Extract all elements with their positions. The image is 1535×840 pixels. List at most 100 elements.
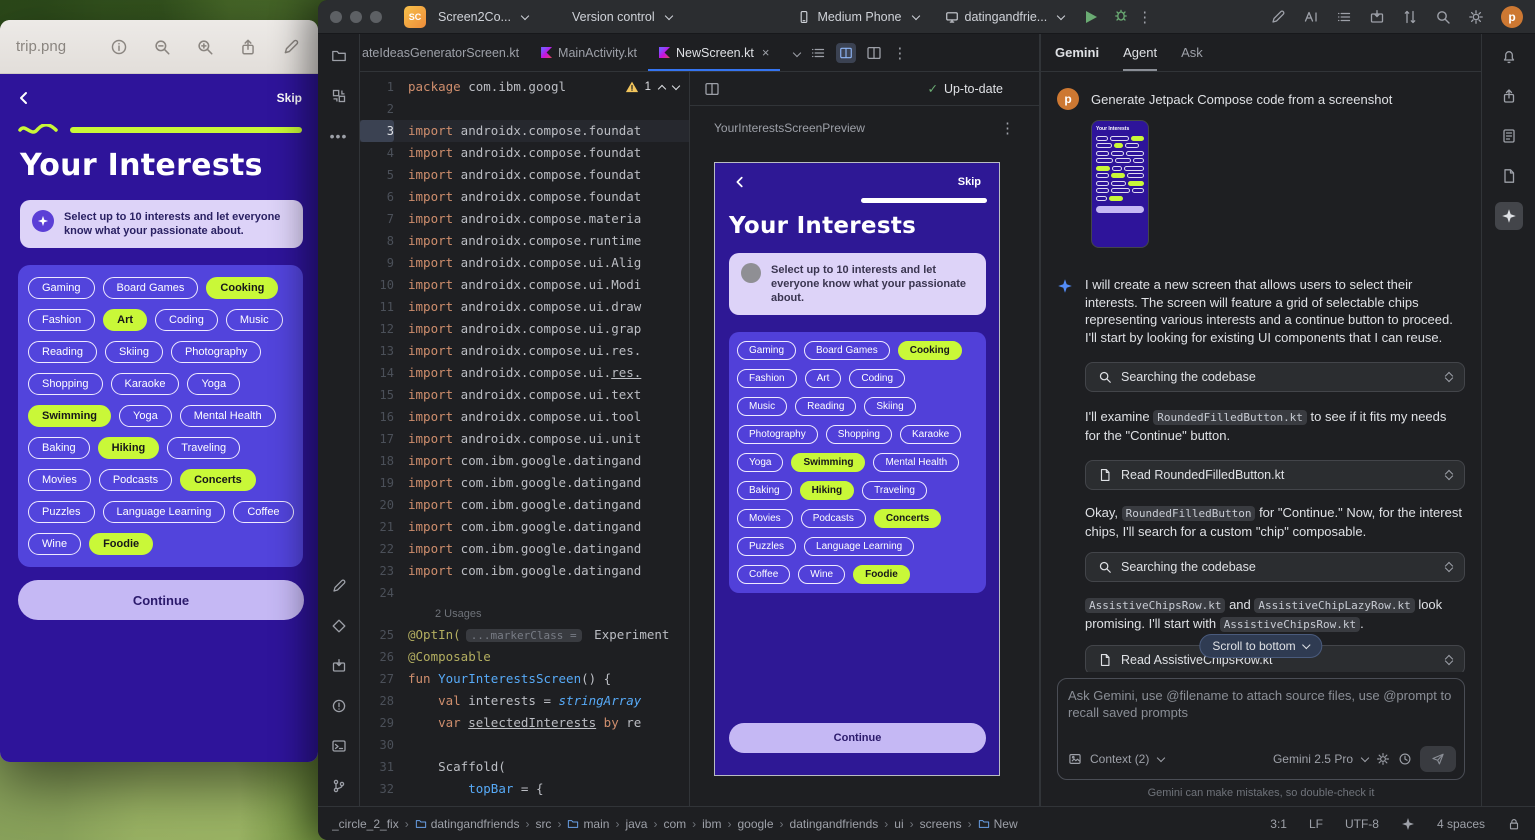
interest-chip-mental-health[interactable]: Mental Health <box>873 453 959 472</box>
project-tool-icon[interactable] <box>325 42 353 70</box>
zoom-out-icon[interactable] <box>153 38 171 56</box>
expand-icon[interactable] <box>1446 563 1452 571</box>
model-selector[interactable]: Gemini 2.5 Pro <box>1273 752 1368 766</box>
share-icon[interactable] <box>239 38 257 56</box>
usages-inlay-hint[interactable]: 2 Usages <box>360 604 689 624</box>
tool-call-read-file[interactable]: Read RoundedFilledButton.kt <box>1085 460 1465 490</box>
interest-chip-fashion[interactable]: Fashion <box>737 369 797 388</box>
interest-chip-language-learning[interactable]: Language Learning <box>103 501 226 523</box>
interest-chip-yoga[interactable]: Yoga <box>119 405 172 427</box>
interest-chip-puzzles[interactable]: Puzzles <box>28 501 95 523</box>
ai-status-icon[interactable] <box>1401 817 1415 831</box>
interest-chip-coffee[interactable]: Coffee <box>737 565 790 584</box>
interest-chip-concerts[interactable]: Concerts <box>874 509 941 528</box>
indent-setting[interactable]: 4 spaces <box>1437 817 1485 831</box>
publish-icon[interactable] <box>1495 82 1523 110</box>
search-icon[interactable] <box>1435 9 1451 25</box>
interest-chip-fashion[interactable]: Fashion <box>28 309 95 331</box>
interest-chip-hiking[interactable]: Hiking <box>98 437 160 459</box>
skip-button[interactable]: Skip <box>277 91 302 105</box>
tab-dateideasgeneratorscreen[interactable]: ateIdeasGeneratorScreen.kt <box>360 34 530 71</box>
lock-icon[interactable] <box>1507 817 1521 831</box>
expand-icon[interactable] <box>1446 471 1452 479</box>
markup-pen-icon[interactable] <box>282 38 300 56</box>
commit-icon[interactable] <box>325 572 353 600</box>
interest-chip-foodie[interactable]: Foodie <box>89 533 153 555</box>
inspection-widget[interactable]: 1 <box>621 79 683 95</box>
documentation-icon[interactable] <box>1495 122 1523 150</box>
notifications-icon[interactable] <box>1495 42 1523 70</box>
device-file-explorer-icon[interactable] <box>1495 162 1523 190</box>
run-button[interactable] <box>1086 11 1097 23</box>
interest-chip-wine[interactable]: Wine <box>28 533 81 555</box>
screenshot-thumbnail[interactable]: Your Interests <box>1091 120 1149 248</box>
interest-chip-baking[interactable]: Baking <box>737 481 792 500</box>
info-icon[interactable] <box>110 38 128 56</box>
translations-icon[interactable] <box>1303 9 1319 25</box>
file-encoding[interactable]: UTF-8 <box>1345 817 1379 831</box>
interest-chip-cooking[interactable]: Cooking <box>898 341 962 360</box>
preview-mode-icon[interactable] <box>866 45 882 61</box>
gemini-tool-icon[interactable] <box>1495 202 1523 230</box>
interest-chip-mental-health[interactable]: Mental Health <box>180 405 276 427</box>
gemini-input-box[interactable]: Context (2) Gemini 2.5 Pro <box>1057 678 1465 780</box>
interest-chip-language-learning[interactable]: Language Learning <box>804 537 914 556</box>
breadcrumb-item[interactable]: screens <box>920 817 962 831</box>
interest-chip-traveling[interactable]: Traveling <box>862 481 927 500</box>
editor-list-icon[interactable] <box>810 45 826 61</box>
context-selector[interactable]: Context (2) <box>1090 752 1164 766</box>
interest-chip-gaming[interactable]: Gaming <box>28 277 95 299</box>
resource-manager-icon[interactable] <box>325 82 353 110</box>
interest-chip-photography[interactable]: Photography <box>737 425 818 444</box>
interest-chip-puzzles[interactable]: Puzzles <box>737 537 796 556</box>
interest-chip-reading[interactable]: Reading <box>28 341 97 363</box>
interest-chip-shopping[interactable]: Shopping <box>28 373 103 395</box>
interest-chip-foodie[interactable]: Foodie <box>853 565 910 584</box>
interest-chip-coffee[interactable]: Coffee <box>233 501 293 523</box>
more-actions-icon[interactable]: ⋮ <box>1137 8 1152 26</box>
debug-button[interactable] <box>1113 7 1129 26</box>
tab-ask[interactable]: Ask <box>1181 34 1203 71</box>
interest-chip-wine[interactable]: Wine <box>798 565 845 584</box>
caret-position[interactable]: 3:1 <box>1270 817 1287 831</box>
breadcrumb-item[interactable]: ibm <box>702 817 721 831</box>
interest-chip-gaming[interactable]: Gaming <box>737 341 796 360</box>
skip-button[interactable]: Skip <box>958 176 981 188</box>
interest-chip-baking[interactable]: Baking <box>28 437 90 459</box>
attach-image-icon[interactable] <box>1068 752 1082 766</box>
interest-chip-concerts[interactable]: Concerts <box>180 469 256 491</box>
next-problem-icon[interactable] <box>672 82 680 90</box>
settings-icon[interactable] <box>1468 9 1484 25</box>
interest-chip-board-games[interactable]: Board Games <box>804 341 890 360</box>
interest-chip-coding[interactable]: Coding <box>849 369 905 388</box>
device-streaming-icon[interactable] <box>1402 9 1418 25</box>
interest-chip-yoga[interactable]: Yoga <box>737 453 783 472</box>
send-button[interactable] <box>1420 746 1456 772</box>
breadcrumb-item[interactable]: com <box>663 817 686 831</box>
breadcrumb-item[interactable]: main <box>567 817 609 831</box>
interest-chip-art[interactable]: Art <box>805 369 842 388</box>
hidden-tabs-icon[interactable] <box>793 48 801 56</box>
breadcrumb-item[interactable]: java <box>625 817 647 831</box>
continue-button[interactable]: Continue <box>18 580 304 620</box>
breadcrumb-item[interactable]: _circle_2_fix <box>332 817 399 831</box>
breadcrumb-item[interactable]: datingandfriends <box>790 817 879 831</box>
tab-agent[interactable]: Agent <box>1123 34 1157 71</box>
breadcrumb-item[interactable]: datingandfriends <box>415 817 520 831</box>
back-icon[interactable] <box>16 90 32 106</box>
tool-call-search-codebase[interactable]: Searching the codebase <box>1085 552 1465 582</box>
interest-chip-podcasts[interactable]: Podcasts <box>99 469 172 491</box>
interest-chip-photography[interactable]: Photography <box>171 341 261 363</box>
interest-chip-movies[interactable]: Movies <box>28 469 91 491</box>
interest-chip-music[interactable]: Music <box>226 309 283 331</box>
interest-chip-skiing[interactable]: Skiing <box>864 397 915 416</box>
interest-chip-hiking[interactable]: Hiking <box>800 481 855 500</box>
interest-chip-movies[interactable]: Movies <box>737 509 793 528</box>
expand-icon[interactable] <box>1446 656 1452 664</box>
tool-call-search-codebase[interactable]: Searching the codebase <box>1085 362 1465 392</box>
vcs-widget[interactable]: Version control <box>568 7 676 27</box>
problems-icon[interactable] <box>325 692 353 720</box>
interest-chip-cooking[interactable]: Cooking <box>206 277 278 299</box>
split-preview-mode-icon[interactable] <box>836 43 856 63</box>
tab-newscreen[interactable]: NewScreen.kt× <box>648 34 780 71</box>
